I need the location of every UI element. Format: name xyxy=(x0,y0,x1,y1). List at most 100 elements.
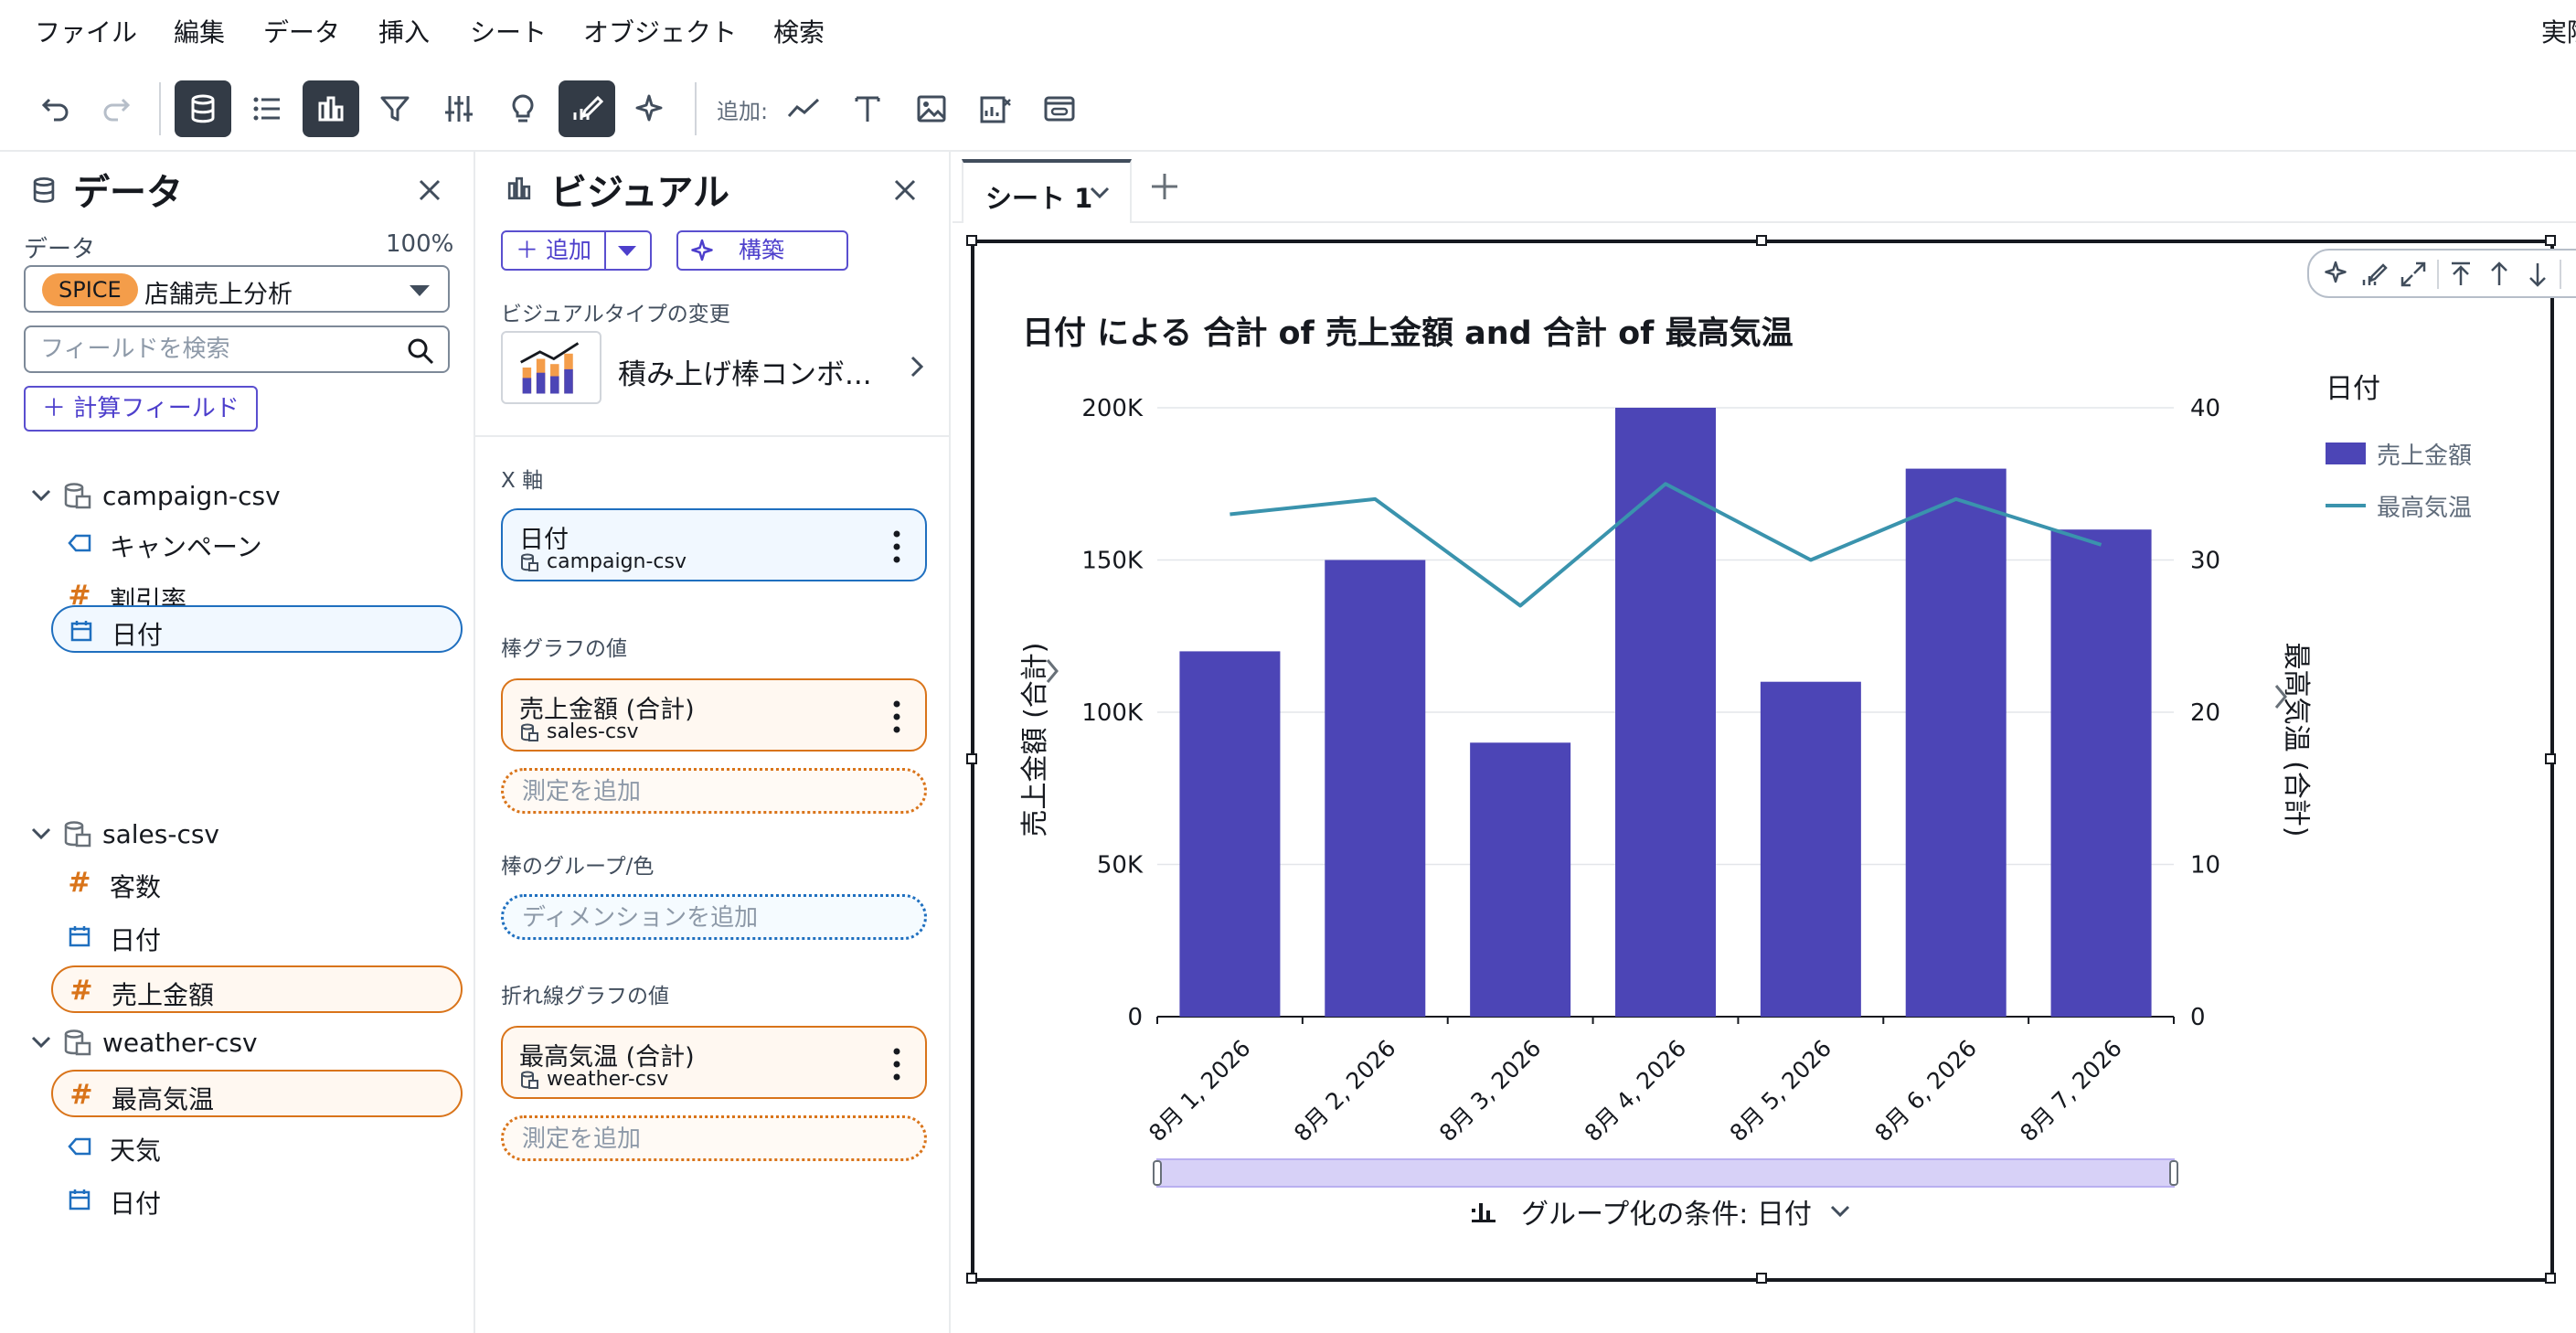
field-date-weather[interactable]: 日付 xyxy=(51,1176,463,1223)
scrollbar-handle[interactable] xyxy=(1153,1160,1162,1186)
arrow-up-icon[interactable] xyxy=(2485,260,2514,289)
undo-icon[interactable] xyxy=(26,80,82,137)
data-panel-icon[interactable] xyxy=(175,80,231,137)
insights-icon[interactable] xyxy=(495,80,551,137)
more-options-icon[interactable] xyxy=(892,697,901,737)
visual-type-selector[interactable]: 積み上げ棒コンボ... xyxy=(501,331,931,404)
dataset-icon xyxy=(64,483,91,509)
field-weather[interactable]: 天気 xyxy=(51,1123,463,1170)
bar[interactable] xyxy=(1179,651,1281,1017)
add-embed-icon[interactable] xyxy=(1031,80,1088,137)
bar-value-field-pill[interactable]: 売上金額 (合計) sales-csv xyxy=(501,678,927,752)
resize-handle[interactable] xyxy=(2545,235,2556,246)
chevron-down-icon[interactable] xyxy=(27,482,55,509)
bar[interactable] xyxy=(1325,560,1426,1018)
legend-item-sales[interactable]: 売上金額 xyxy=(2326,438,2472,470)
field-date-sales[interactable]: 日付 xyxy=(51,912,463,960)
dataset-campaign-csv[interactable]: campaign-csv xyxy=(27,472,281,519)
sparkle-icon[interactable] xyxy=(623,80,679,137)
expand-icon[interactable] xyxy=(2399,260,2428,289)
resize-handle[interactable] xyxy=(1756,235,1767,246)
sparkle-icon[interactable] xyxy=(2322,260,2351,289)
resize-handle[interactable] xyxy=(2545,753,2556,764)
resize-handle[interactable] xyxy=(966,235,977,246)
field-search-input[interactable] xyxy=(38,335,386,364)
dataset-weather-csv[interactable]: weather-csv xyxy=(27,1018,258,1066)
resize-handle[interactable] xyxy=(1756,1273,1767,1284)
chevron-down-icon[interactable] xyxy=(1826,1198,1854,1225)
close-icon[interactable] xyxy=(411,172,448,208)
add-text-icon[interactable] xyxy=(839,80,896,137)
dataset-percent: 100% xyxy=(386,230,454,258)
resize-handle[interactable] xyxy=(966,1273,977,1284)
redo-icon[interactable] xyxy=(90,80,146,137)
menu-insert[interactable]: 挿入 xyxy=(378,13,430,49)
scrollbar-handle[interactable] xyxy=(2169,1160,2178,1186)
legend-item-temperature[interactable]: 最高気温 xyxy=(2326,490,2472,522)
add-dimension-drop-zone[interactable]: ディメンションを追加 xyxy=(501,894,927,940)
menu-search[interactable]: 検索 xyxy=(773,13,825,49)
bar[interactable] xyxy=(1470,742,1571,1017)
field-sales-amount[interactable]: # 売上金額 xyxy=(51,965,463,1013)
add-sheet-icon[interactable] xyxy=(1146,168,1183,205)
arrow-down-icon[interactable] xyxy=(2523,260,2552,289)
chevron-down-icon[interactable] xyxy=(27,1029,55,1056)
format-visual-icon[interactable] xyxy=(559,80,615,137)
add-insight-icon[interactable] xyxy=(967,80,1024,137)
combo-chart-visual[interactable]: 0 50K 100K 150K 200K 0 10 20 30 40 8月 1, 2026 8月 2,… xyxy=(966,235,2576,1284)
bar[interactable] xyxy=(2050,529,2152,1017)
format-visual-icon[interactable] xyxy=(2360,260,2390,289)
field-campaign[interactable]: キャンペーン xyxy=(51,519,463,567)
resize-handle[interactable] xyxy=(2545,1273,2556,1284)
dataset-sales-csv[interactable]: sales-csv xyxy=(27,810,219,858)
parameters-icon[interactable] xyxy=(431,80,487,137)
y2-tick-label: 0 xyxy=(2190,1004,2206,1031)
x-tick-label: 8月 3, 2026 xyxy=(1434,1035,1547,1147)
bar[interactable] xyxy=(1615,408,1716,1017)
add-image-icon[interactable] xyxy=(903,80,960,137)
more-options-icon[interactable] xyxy=(892,527,901,567)
range-scrollbar[interactable] xyxy=(1156,1158,2175,1188)
chevron-right-icon[interactable] xyxy=(903,353,931,380)
menu-edit[interactable]: 編集 xyxy=(174,13,225,49)
caret-down-icon[interactable] xyxy=(605,230,652,271)
field-date-campaign[interactable]: 日付 xyxy=(51,605,463,653)
x-tick-label: 8月 4, 2026 xyxy=(1580,1035,1692,1147)
add-measure-drop-zone[interactable]: 測定を追加 xyxy=(501,768,927,814)
field-customer-count[interactable]: # 客数 xyxy=(51,859,463,907)
menu-sheet[interactable]: シート xyxy=(470,13,547,49)
resize-handle[interactable] xyxy=(966,753,977,764)
more-options-icon[interactable] xyxy=(892,1044,901,1084)
x-axis-field-pill[interactable]: 日付 campaign-csv xyxy=(501,508,927,581)
menu-actual[interactable]: 実際 xyxy=(2541,13,2576,49)
filter-icon[interactable] xyxy=(367,80,423,137)
menu-data[interactable]: データ xyxy=(263,13,340,49)
bar[interactable] xyxy=(1760,681,1861,1017)
field-max-temperature[interactable]: # 最高気温 xyxy=(51,1070,463,1117)
visuals-panel-icon[interactable] xyxy=(303,80,359,137)
add-line-chart-icon[interactable] xyxy=(775,80,832,137)
menu-file[interactable]: ファイル xyxy=(35,13,137,49)
add-measure-drop-zone[interactable]: 測定を追加 xyxy=(501,1115,927,1161)
group-by-control[interactable]: グループ化の条件: 日付 xyxy=(1468,1190,1854,1232)
list-icon[interactable] xyxy=(239,80,295,137)
chevron-down-icon[interactable] xyxy=(27,820,55,848)
bar[interactable] xyxy=(1905,468,2007,1017)
chevron-down-icon[interactable] xyxy=(1086,179,1113,207)
menu-bar: ファイル 編集 データ 挿入 シート オブジェクト 検索 実際 xyxy=(0,0,2576,60)
more-options-icon[interactable] xyxy=(2571,260,2576,289)
build-visual-button[interactable]: 構築 xyxy=(676,230,848,271)
divider xyxy=(475,435,951,437)
dataset-select[interactable]: SPICE 店舗売上分析 xyxy=(24,265,450,313)
line-value-field-pill[interactable]: 最高気温 (合計) weather-csv xyxy=(501,1026,927,1099)
add-visual-button[interactable]: ＋ 追加 xyxy=(501,230,606,271)
menu-object[interactable]: オブジェクト xyxy=(583,13,737,49)
dataset-name-label: sales-csv xyxy=(102,818,219,849)
field-search[interactable] xyxy=(24,325,450,373)
add-calculated-field-button[interactable]: ＋ 計算フィールド xyxy=(24,386,258,432)
bring-to-front-icon[interactable] xyxy=(2446,260,2475,289)
tab-sheet-1[interactable]: シート 1 xyxy=(962,159,1132,223)
legend-title: 日付 xyxy=(2326,373,2380,405)
close-icon[interactable] xyxy=(887,172,923,208)
x-tick-label: 8月 1, 2026 xyxy=(1144,1035,1256,1147)
